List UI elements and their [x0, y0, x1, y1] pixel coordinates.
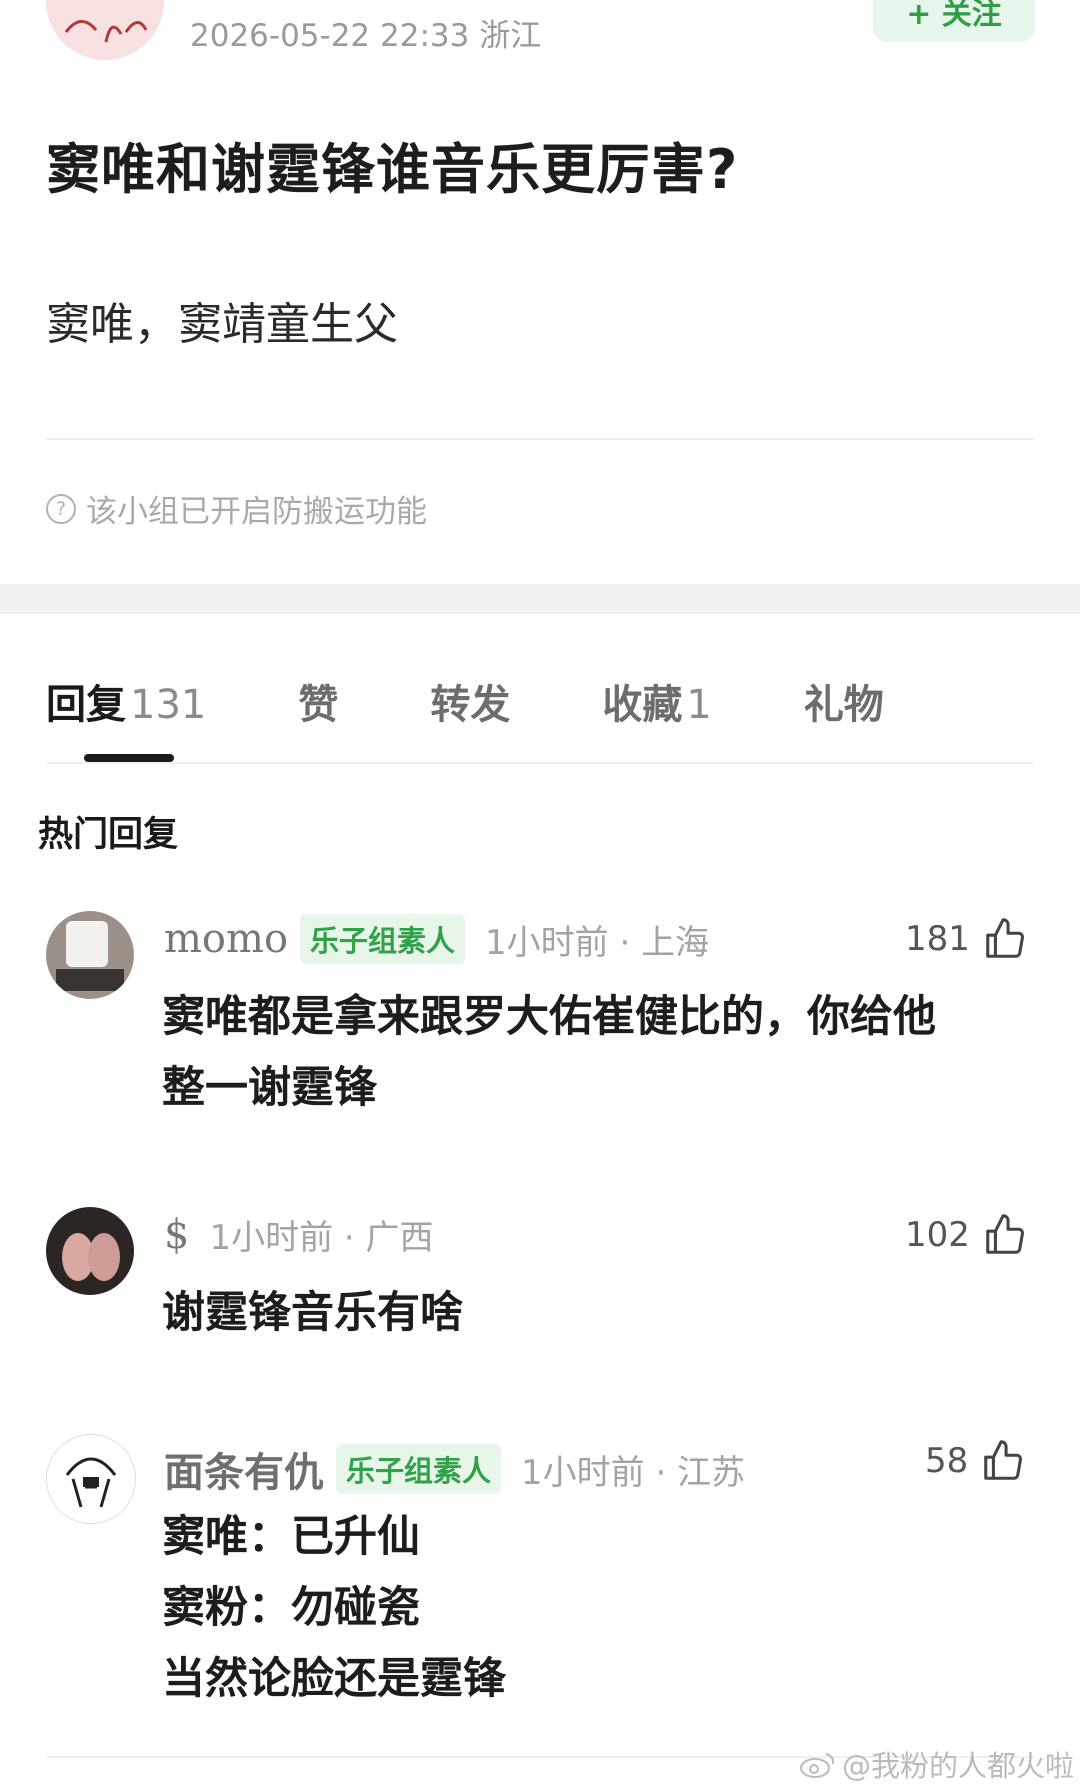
active-tab-indicator — [84, 754, 174, 762]
like-button[interactable]: 181 — [905, 916, 1028, 962]
question-icon: ? — [46, 493, 76, 524]
comment-text: 窦唯：已升仙 窦粉：勿碰瓷 当然论脸还是霆锋 — [162, 1502, 506, 1715]
like-count: 102 — [905, 1215, 970, 1255]
follow-button[interactable]: + 关注 — [873, 0, 1035, 42]
comment-header: $ 1小时前 · 广西 — [164, 1210, 434, 1259]
comment-line: 当然论脸还是霆锋 — [162, 1654, 506, 1704]
comment-text: 窦唯都是拿来跟罗大佑崔健比的，你给他 整一谢霆锋 — [162, 982, 936, 1124]
author-avatar[interactable] — [46, 0, 164, 60]
comment-time: 1小时前 · 广西 — [209, 1218, 434, 1258]
user-tag-badge: 乐子组素人 — [336, 1444, 502, 1494]
comment-author[interactable]: momo — [164, 916, 288, 962]
hot-replies-title: 热门回复 — [38, 815, 179, 855]
comment-text: 谢霆锋音乐有啥 — [162, 1278, 463, 1349]
tab-favorites[interactable]: 收藏 1 — [602, 672, 711, 730]
post-body: 窦唯，窦靖童生父 — [46, 299, 398, 350]
comment-header: 面条有仇 乐子组素人 1小时前 · 江苏 — [164, 1440, 745, 1498]
tab-replies[interactable]: 回复 131 — [46, 672, 206, 730]
notice-text: 该小组已开启防搬运功能 — [86, 494, 427, 530]
tab-count: 131 — [130, 682, 207, 728]
tab-reposts[interactable]: 转发 — [430, 672, 510, 730]
tab-bar: 回复 131 赞 转发 收藏 1 礼物 — [46, 672, 884, 730]
avatar[interactable] — [46, 911, 134, 999]
user-tag-badge: 乐子组素人 — [300, 914, 466, 964]
anti-repost-notice: ? 该小组已开启防搬运功能 — [46, 486, 427, 531]
like-button[interactable]: 58 — [925, 1438, 1026, 1484]
like-count: 181 — [905, 919, 970, 959]
post-title: 窦唯和谢霆锋谁音乐更厉害? — [46, 138, 739, 201]
avatar[interactable] — [46, 1207, 134, 1295]
weibo-watermark: @我粉的人都火啦 — [798, 1743, 1074, 1785]
comment-line: 窦唯：已升仙 — [162, 1512, 420, 1562]
avatar[interactable] — [46, 1434, 136, 1524]
comment-line: 窦唯都是拿来跟罗大佑崔健比的，你给他 — [162, 992, 936, 1042]
comment-line: 窦粉：勿碰瓷 — [162, 1583, 420, 1633]
divider — [46, 438, 1034, 440]
comment-author[interactable]: $ — [164, 1212, 189, 1258]
section-gap — [0, 584, 1080, 614]
divider — [46, 762, 1034, 764]
comment-header: momo 乐子组素人 1小时前 · 上海 — [164, 914, 709, 964]
tab-label: 转发 — [430, 682, 511, 728]
comment-line: 谢霆锋音乐有啥 — [162, 1288, 463, 1338]
tab-label: 赞 — [298, 682, 339, 728]
tab-likes[interactable]: 赞 — [298, 672, 338, 730]
thumbs-up-icon — [984, 1440, 1023, 1480]
comment-line: 整一谢霆锋 — [162, 1063, 377, 1113]
comment-time: 1小时前 · 上海 — [485, 922, 710, 963]
tab-label: 收藏 — [602, 682, 683, 728]
comment-author[interactable]: 面条有仇 — [164, 1440, 324, 1498]
thumbs-up-icon — [986, 918, 1024, 958]
watermark-text: @我粉的人都火啦 — [842, 1749, 1075, 1783]
tab-count: 1 — [686, 682, 712, 728]
tab-label: 回复 — [46, 682, 126, 728]
like-count: 58 — [925, 1441, 969, 1481]
thumbs-up-icon — [986, 1214, 1024, 1254]
post-meta: 2026-05-22 22:33 浙江 — [190, 18, 542, 54]
tab-label: 礼物 — [803, 682, 884, 728]
comment-time: 1小时前 · 江苏 — [521, 1452, 746, 1493]
like-button[interactable]: 102 — [905, 1212, 1028, 1258]
tab-gifts[interactable]: 礼物 — [804, 672, 884, 730]
weibo-logo-icon — [800, 1753, 835, 1778]
